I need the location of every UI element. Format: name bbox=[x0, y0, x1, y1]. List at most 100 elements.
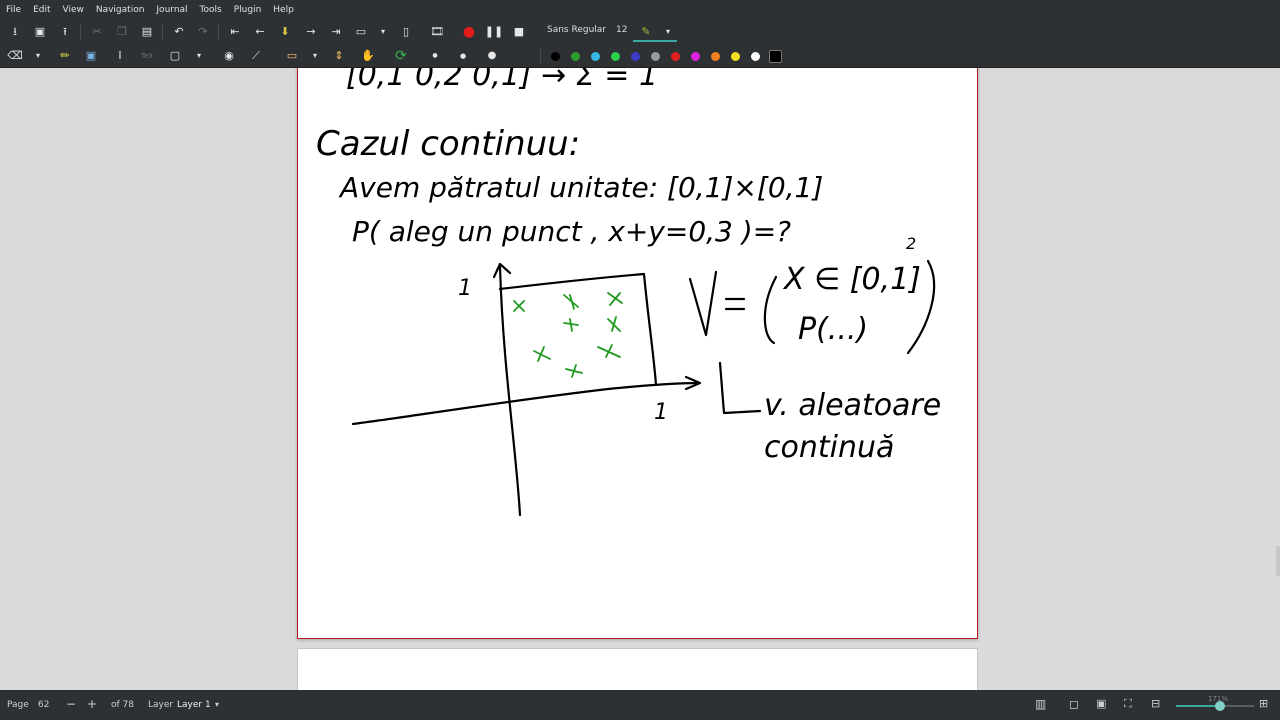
new-page-after-icon[interactable]: ▭ bbox=[353, 24, 369, 40]
new-page-icon[interactable]: ▣ bbox=[32, 24, 48, 40]
color-custom[interactable] bbox=[769, 50, 782, 63]
next-page-icon[interactable]: → bbox=[303, 24, 319, 40]
refresh-icon[interactable]: ⟳ bbox=[393, 48, 409, 64]
sample-points bbox=[513, 292, 623, 378]
color-orange[interactable] bbox=[711, 52, 720, 61]
first-page-icon[interactable]: ⇤ bbox=[227, 24, 243, 40]
minus-icon[interactable]: − bbox=[66, 697, 76, 711]
axis-y-label: 1 bbox=[458, 276, 472, 301]
vertical-scrollbar[interactable] bbox=[1276, 546, 1280, 576]
vertical-space-icon[interactable]: ⇕ bbox=[331, 48, 347, 64]
hook-arrow bbox=[718, 361, 762, 415]
pen-icon[interactable]: ✎ bbox=[638, 24, 654, 40]
chevron-down-icon[interactable]: ▾ bbox=[215, 700, 219, 709]
menu-tools[interactable]: Tools bbox=[194, 5, 228, 15]
y-axis-arrow bbox=[492, 262, 512, 279]
zoom-out-icon[interactable]: ⊟ bbox=[1151, 697, 1160, 710]
page-count-label: of 78 bbox=[111, 700, 134, 710]
color-light-green[interactable] bbox=[611, 52, 620, 61]
heading-text: Cazul continuu: bbox=[316, 124, 580, 164]
v-def-exp-text: 2 bbox=[906, 234, 916, 253]
shape-recognizer-icon[interactable]: ◉ bbox=[221, 48, 237, 64]
delete-page-icon[interactable]: ▯ bbox=[398, 24, 414, 40]
copy-icon[interactable]: ❐ bbox=[114, 24, 130, 40]
journal-canvas[interactable]: [0,1 0,2 0,1] → Σ = 1 Cazul continuu: Av… bbox=[0, 68, 1280, 690]
cut-icon[interactable]: ✂ bbox=[89, 24, 105, 40]
line-top-text: [0,1 0,2 0,1] → Σ = 1 bbox=[346, 68, 658, 93]
status-bar: Page 62 − + of 78 Layer Layer 1 ▾ ▥ ◻ ▣ … bbox=[0, 690, 1280, 720]
latex-icon[interactable]: TeX bbox=[139, 48, 155, 64]
menu-journal[interactable]: Journal bbox=[150, 5, 193, 15]
arrow-note-1-text: v. aleatoare bbox=[764, 388, 941, 423]
pause-icon[interactable]: ❚❚ bbox=[485, 24, 503, 40]
chevron-down-icon[interactable]: ▾ bbox=[309, 48, 321, 64]
layer-label: Layer bbox=[148, 700, 174, 710]
chevron-down-icon[interactable]: ▾ bbox=[377, 24, 389, 40]
line2-text: P( aleg un punct , x+y=0,3 )=? bbox=[352, 215, 791, 248]
hand-icon[interactable]: ✋ bbox=[360, 48, 376, 64]
color-gray[interactable] bbox=[651, 52, 660, 61]
journal-page[interactable]: [0,1 0,2 0,1] → Σ = 1 Cazul continuu: Av… bbox=[297, 68, 978, 639]
color-blue[interactable] bbox=[631, 52, 640, 61]
axis-x-label: 1 bbox=[654, 400, 668, 425]
color-magenta[interactable] bbox=[691, 52, 700, 61]
last-page-icon[interactable]: ⇥ bbox=[328, 24, 344, 40]
menu-file[interactable]: File bbox=[0, 5, 27, 15]
menu-bar: File Edit View Navigation Journal Tools … bbox=[0, 0, 1280, 20]
rectangle-icon[interactable]: ▢ bbox=[167, 48, 183, 64]
menu-view[interactable]: View bbox=[57, 5, 90, 15]
menu-plugin[interactable]: Plugin bbox=[228, 5, 268, 15]
thick-line-icon[interactable]: ● bbox=[484, 48, 500, 64]
next-journal-page[interactable] bbox=[297, 648, 978, 690]
handwriting-layer: [0,1 0,2 0,1] → Σ = 1 Cazul continuu: Av… bbox=[316, 68, 941, 517]
zoom-fit-icon[interactable]: ▣ bbox=[1096, 697, 1106, 710]
go-down-icon[interactable]: ⬇ bbox=[277, 24, 293, 40]
color-yellow[interactable] bbox=[731, 52, 740, 61]
line1-text: Avem pătratul unitate: [0,1]×[0,1] bbox=[338, 171, 823, 204]
zoom-slider[interactable] bbox=[1176, 701, 1254, 711]
menu-help[interactable]: Help bbox=[267, 5, 300, 15]
color-red[interactable] bbox=[671, 52, 680, 61]
image-icon[interactable]: ▣ bbox=[83, 48, 99, 64]
paste-icon[interactable]: ▤ bbox=[139, 24, 155, 40]
font-size-label[interactable]: 12 bbox=[616, 25, 627, 35]
chevron-down-icon[interactable]: ▾ bbox=[662, 24, 674, 40]
layer-select[interactable]: Layer 1 bbox=[177, 700, 211, 710]
chevron-down-icon[interactable]: ▾ bbox=[32, 48, 44, 64]
active-tool-indicator bbox=[633, 40, 677, 42]
plus-icon[interactable]: + bbox=[87, 697, 97, 711]
chevron-down-icon[interactable]: ▾ bbox=[193, 48, 205, 64]
redo-icon[interactable]: ↷ bbox=[195, 24, 211, 40]
single-page-icon[interactable]: ◻ bbox=[1069, 697, 1079, 711]
undo-icon[interactable]: ↶ bbox=[171, 24, 187, 40]
page-number-input[interactable]: 62 bbox=[38, 700, 49, 710]
color-green[interactable] bbox=[571, 52, 580, 61]
color-black[interactable] bbox=[551, 52, 560, 61]
zoom-in-icon[interactable]: ⊞ bbox=[1259, 697, 1268, 710]
stop-icon[interactable]: ■ bbox=[511, 24, 527, 40]
zoom-slider-fill bbox=[1176, 705, 1221, 707]
menu-navigation[interactable]: Navigation bbox=[90, 5, 151, 15]
ruler-icon[interactable]: ⟋ bbox=[248, 48, 264, 64]
medium-line-icon[interactable]: ● bbox=[455, 48, 471, 64]
presentation-icon[interactable]: 🎞 bbox=[429, 24, 445, 40]
arrow-note-2-text: continuă bbox=[764, 430, 894, 465]
font-name-button[interactable]: Sans Regular bbox=[547, 25, 606, 35]
color-light-blue[interactable] bbox=[591, 52, 600, 61]
menu-edit[interactable]: Edit bbox=[27, 5, 56, 15]
select-rect-icon[interactable]: ▭ bbox=[284, 48, 300, 64]
fullscreen-icon[interactable]: ⛶ bbox=[1124, 697, 1132, 711]
previous-page-icon[interactable]: ← bbox=[252, 24, 268, 40]
save-icon[interactable]: ⭳ bbox=[7, 24, 23, 40]
highlighter-icon[interactable]: ✏ bbox=[57, 48, 73, 64]
v-def-2-text: P(...) bbox=[798, 312, 868, 347]
thin-line-icon[interactable]: ● bbox=[427, 48, 443, 64]
record-icon[interactable]: ● bbox=[461, 24, 477, 40]
zoom-slider-handle[interactable] bbox=[1215, 701, 1226, 711]
main-toolbar: ⭳ ▣ ⭱ ✂ ❐ ▤ ↶ ↷ ⇤ ← ⬇ → ⇥ ▭ ▾ ▯ 🎞 ● ❚❚ ■… bbox=[0, 20, 1280, 44]
export-icon[interactable]: ⭱ bbox=[57, 24, 73, 40]
two-page-icon[interactable]: ▥ bbox=[1035, 697, 1046, 711]
text-tool-icon[interactable]: I bbox=[112, 48, 128, 64]
color-white[interactable] bbox=[751, 52, 760, 61]
eraser-icon[interactable]: ⌫ bbox=[7, 48, 23, 64]
